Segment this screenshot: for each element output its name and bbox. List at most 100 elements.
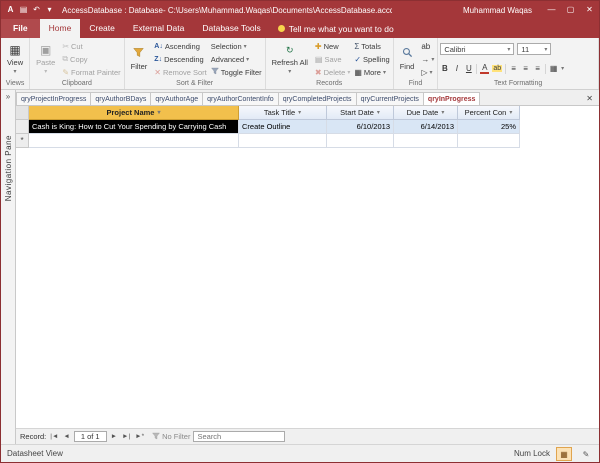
sort-filter-group-label: Sort & Filter <box>127 79 263 89</box>
search-input[interactable] <box>193 431 285 442</box>
replace-button[interactable]: ab <box>420 40 435 52</box>
signed-in-user[interactable]: Muhammad Waqas <box>463 6 532 15</box>
doc-tab-qryAuthorBDays[interactable]: qryAuthorBDays <box>90 92 151 105</box>
filter-indicator[interactable]: No Filter <box>152 432 190 442</box>
datasheet-view-button[interactable]: ▦ <box>556 447 572 461</box>
empty-cell[interactable] <box>327 134 394 148</box>
paste-button[interactable]: ▣ Paste ▾ <box>32 39 59 79</box>
cut-button[interactable]: ✂ Cut <box>61 40 121 52</box>
spelling-label: Spelling <box>363 55 390 64</box>
font-color-button[interactable]: A <box>480 64 489 74</box>
empty-cell[interactable] <box>29 134 239 148</box>
highlight-color-button[interactable]: ab <box>492 65 502 72</box>
font-name-select[interactable]: Calibri ▾ <box>440 43 514 55</box>
chevron-down-icon: ▾ <box>298 109 301 116</box>
descending-button[interactable]: Z↓ Descending <box>153 53 207 65</box>
navigation-pane-collapsed[interactable]: » Navigation Pane <box>1 90 16 444</box>
lightbulb-icon <box>278 25 285 32</box>
gridlines-button[interactable]: ▦ <box>549 64 558 73</box>
new-record-button[interactable]: ✚ New <box>314 40 351 52</box>
save-record-button[interactable]: ▤ Save <box>314 53 351 65</box>
quick-access-dropdown-icon[interactable]: ▾ <box>43 1 56 19</box>
save-label: Save <box>324 55 341 64</box>
tab-home[interactable]: Home <box>40 19 81 38</box>
advanced-button[interactable]: Advanced ▾ <box>210 53 263 65</box>
maximize-button[interactable]: ▢ <box>561 1 580 19</box>
format-painter-button[interactable]: ✎ Format Painter <box>61 66 121 78</box>
cell-percent-complete[interactable]: 25% <box>458 120 520 134</box>
filter-button[interactable]: Filter <box>127 39 152 79</box>
row-selector[interactable] <box>16 120 29 134</box>
ascending-button[interactable]: A↓ Ascending <box>153 40 207 52</box>
empty-cell[interactable] <box>239 134 327 148</box>
find-label: Find <box>400 62 415 71</box>
chevron-down-icon: ▾ <box>561 65 564 72</box>
align-center-button[interactable]: ≡ <box>521 64 530 73</box>
cell-project-name[interactable]: Cash is King: How to Cut Your Spending b… <box>29 120 239 134</box>
more-button[interactable]: ▦ More ▾ <box>353 66 390 78</box>
next-record-icon[interactable]: ► <box>110 433 118 440</box>
last-record-icon[interactable]: ►| <box>121 433 131 440</box>
underline-button[interactable]: U <box>464 64 473 73</box>
select-all-corner[interactable] <box>16 106 29 120</box>
record-label: Record: <box>20 432 46 441</box>
column-header-project-name[interactable]: Project Name ▾ <box>29 106 239 120</box>
remove-sort-button[interactable]: ✕ Remove Sort <box>153 66 207 78</box>
close-button[interactable]: ✕ <box>580 1 599 19</box>
empty-cell[interactable] <box>458 134 520 148</box>
column-header-due-date[interactable]: Due Date ▾ <box>394 106 458 120</box>
toggle-filter-button[interactable]: Toggle Filter <box>210 66 263 78</box>
previous-record-icon[interactable]: ◄ <box>62 433 70 440</box>
doc-tab-qryInProgress[interactable]: qryInProgress <box>423 92 480 105</box>
close-document-icon[interactable]: ✕ <box>580 94 599 105</box>
empty-cell[interactable] <box>394 134 458 148</box>
doc-tab-qryProjectInProgress[interactable]: qryProjectInProgress <box>16 92 91 105</box>
new-record-selector[interactable]: * <box>16 134 29 148</box>
new-blank-record-icon[interactable]: ►* <box>134 433 145 440</box>
tab-file[interactable]: File <box>1 19 40 38</box>
tell-me-box[interactable]: Tell me what you want to do <box>278 19 394 38</box>
italic-button[interactable]: I <box>452 64 461 73</box>
clipboard-group-label: Clipboard <box>32 79 122 89</box>
spelling-button[interactable]: ✓ Spelling <box>353 53 390 65</box>
paste-label: Paste <box>36 58 55 67</box>
select-button[interactable]: ▷ ▾ <box>420 66 435 78</box>
totals-icon: Σ <box>354 42 359 51</box>
cell-due-date[interactable]: 6/14/2013 <box>394 120 458 134</box>
column-header-task-title[interactable]: Task Title ▾ <box>239 106 327 120</box>
find-button[interactable]: Find <box>396 39 419 79</box>
tab-create[interactable]: Create <box>80 19 124 38</box>
copy-button[interactable]: ⧉ Copy <box>61 53 121 65</box>
minimize-button[interactable]: — <box>542 1 561 19</box>
ribbon-group-sort-filter: Filter A↓ Ascending Z↓ Descending ✕ Remo… <box>125 38 266 89</box>
doc-tab-qryCurrentProjects[interactable]: qryCurrentProjects <box>356 92 424 105</box>
views-group-label: Views <box>3 79 27 89</box>
first-record-icon[interactable]: |◄ <box>49 433 59 440</box>
column-header-percent-complete[interactable]: Percent Con ▾ <box>458 106 520 120</box>
record-position[interactable]: 1 of 1 <box>74 431 107 442</box>
goto-button[interactable]: → ▾ <box>420 53 435 65</box>
cell-task-title[interactable]: Create Outline <box>239 120 327 134</box>
filter-label: Filter <box>131 62 148 71</box>
column-header-start-date[interactable]: Start Date ▾ <box>327 106 394 120</box>
align-left-button[interactable]: ≡ <box>509 64 518 73</box>
doc-tab-qryAuthorAge[interactable]: qryAuthorAge <box>150 92 203 105</box>
doc-tab-qryCompletedProjects[interactable]: qryCompletedProjects <box>278 92 357 105</box>
undo-icon[interactable]: ↶ <box>30 1 43 19</box>
totals-button[interactable]: Σ Totals <box>353 40 390 52</box>
tab-database-tools[interactable]: Database Tools <box>193 19 269 38</box>
bold-button[interactable]: B <box>440 64 449 73</box>
save-icon[interactable]: ▤ <box>17 1 30 19</box>
font-size-select[interactable]: 11 ▾ <box>517 43 551 55</box>
tab-external-data[interactable]: External Data <box>124 19 194 38</box>
design-view-button[interactable]: ✎ <box>578 447 594 461</box>
delete-record-button[interactable]: ✖ Delete ▾ <box>314 66 351 78</box>
align-right-button[interactable]: ≡ <box>533 64 542 73</box>
doc-tab-qryAuthorContentInfo[interactable]: qryAuthorContentInfo <box>202 92 279 105</box>
selection-button[interactable]: Selection ▾ <box>210 40 263 52</box>
cell-start-date[interactable]: 6/10/2013 <box>327 120 394 134</box>
view-button[interactable]: ▦ View ▾ <box>3 39 27 79</box>
expand-navigation-pane-icon[interactable]: » <box>6 90 10 101</box>
refresh-all-button[interactable]: ↻ Refresh All ▾ <box>268 39 312 79</box>
chevron-down-icon: ▾ <box>509 109 512 116</box>
